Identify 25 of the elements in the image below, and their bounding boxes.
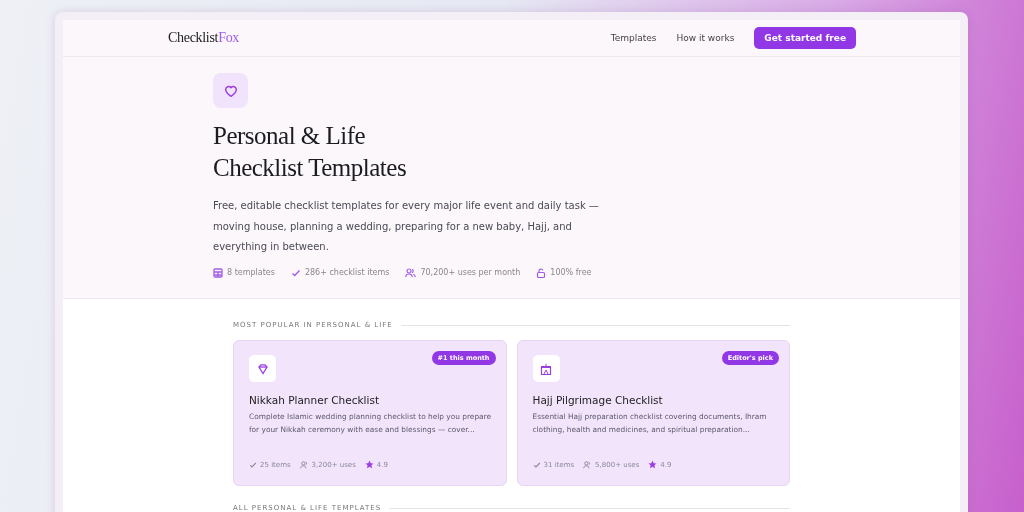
stat-text: 100% free bbox=[550, 268, 592, 277]
stat-text: 8 templates bbox=[227, 268, 275, 277]
card-title: Nikkah Planner Checklist bbox=[249, 394, 380, 406]
nav-link[interactable]: How it works bbox=[676, 33, 735, 43]
unlock-icon bbox=[536, 267, 547, 278]
logo[interactable]: ChecklistFox bbox=[168, 30, 240, 46]
hero-description: Free, editable checklist templates for every major life event and daily task — moving house, planning a wedding, preparing for a new baby, Hajj, and everything in between. bbox=[213, 199, 600, 254]
diamond-icon bbox=[256, 362, 269, 375]
page-title: Personal & Life bbox=[213, 121, 366, 151]
users-icon bbox=[583, 460, 593, 469]
star-icon bbox=[364, 460, 374, 469]
users-icon bbox=[405, 267, 417, 278]
users-icon bbox=[299, 460, 309, 469]
card-title: Hajj Pilgrimage Checklist bbox=[532, 394, 664, 406]
page-title: Checklist Templates bbox=[213, 153, 407, 183]
get-started-button[interactable]: Get started free bbox=[754, 27, 856, 49]
check-icon bbox=[249, 460, 257, 469]
nav-link[interactable]: Templates bbox=[610, 33, 657, 43]
check-icon bbox=[532, 460, 541, 469]
grid-icon bbox=[213, 267, 223, 278]
stat-text: 286+ checklist items bbox=[304, 268, 390, 277]
stat-text: 70,200+ uses per month bbox=[420, 268, 521, 277]
building-icon bbox=[540, 362, 552, 375]
star-icon bbox=[648, 460, 658, 469]
check-icon bbox=[290, 267, 301, 278]
